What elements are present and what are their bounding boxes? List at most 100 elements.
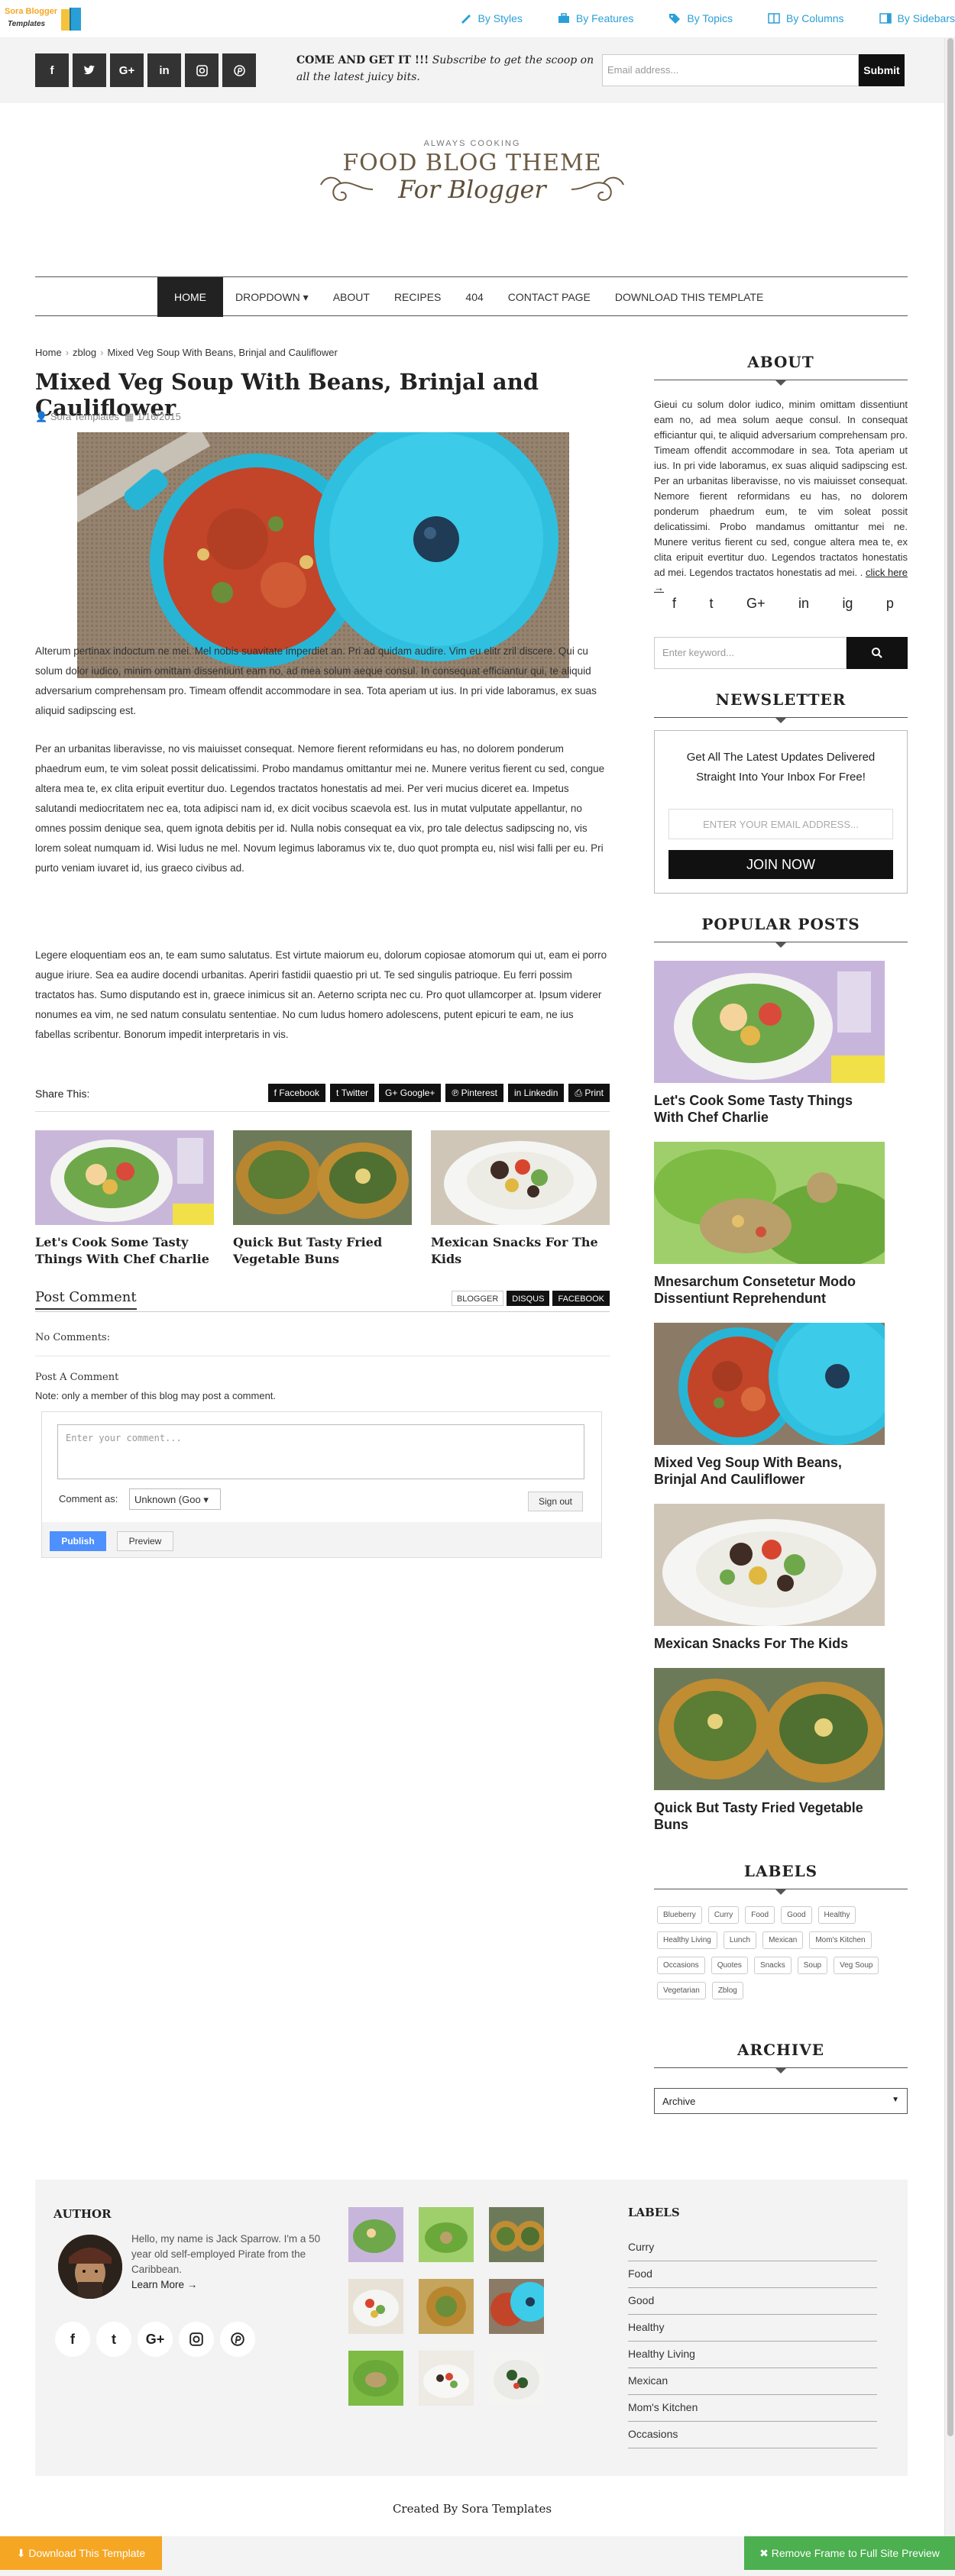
- share-facebook-button[interactable]: f Facebook: [267, 1084, 326, 1102]
- nav-by-sidebars[interactable]: By Sidebars: [879, 12, 955, 24]
- label-tag[interactable]: Mom's Kitchen: [809, 1931, 872, 1949]
- sign-out-button[interactable]: Sign out: [528, 1492, 583, 1511]
- related-post[interactable]: Mexican Snacks For The Kids: [431, 1130, 610, 1268]
- label-tag[interactable]: Healthy Living: [657, 1931, 717, 1949]
- thumbnail[interactable]: [348, 2207, 403, 2262]
- learn-more-link[interactable]: Learn More →: [131, 2279, 197, 2290]
- submit-button[interactable]: Submit: [859, 54, 905, 86]
- menu-dropdown[interactable]: DROPDOWN ▾: [223, 277, 321, 317]
- footer-label-item[interactable]: Curry: [628, 2235, 877, 2261]
- facebook-icon[interactable]: f: [55, 2322, 90, 2357]
- label-tag[interactable]: Veg Soup: [834, 1957, 879, 1974]
- facebook-icon[interactable]: f: [672, 596, 676, 612]
- label-tag[interactable]: Vegetarian: [657, 1982, 706, 1999]
- join-now-button[interactable]: JOIN NOW: [668, 850, 893, 879]
- instagram-icon[interactable]: [179, 2322, 214, 2357]
- popular-post[interactable]: Let's Cook Some Tasty Things With Chef C…: [654, 961, 885, 1126]
- label-tag[interactable]: Food: [745, 1906, 775, 1924]
- menu-contact[interactable]: CONTACT PAGE: [496, 277, 603, 317]
- blog-header-logo[interactable]: ALWAYS COOKING FOOD BLOG THEME For Blogg…: [313, 136, 631, 243]
- label-tag[interactable]: Good: [781, 1906, 812, 1924]
- menu-404[interactable]: 404: [453, 277, 495, 317]
- post-author[interactable]: Sora Templates: [50, 411, 119, 422]
- share-pinterest-button[interactable]: ℗ Pinterest: [445, 1084, 503, 1102]
- linkedin-icon[interactable]: in: [798, 596, 809, 612]
- thumbnail[interactable]: [489, 2279, 544, 2334]
- pinterest-icon[interactable]: p: [886, 596, 894, 612]
- nav-by-styles[interactable]: By Styles: [460, 12, 523, 24]
- linkedin-icon[interactable]: in: [147, 53, 181, 87]
- tab-facebook[interactable]: FACEBOOK: [552, 1291, 610, 1306]
- email-field[interactable]: Email address...: [602, 54, 859, 86]
- download-template-button[interactable]: ⬇ Download This Template: [0, 2536, 162, 2570]
- remove-frame-button[interactable]: ✖ Remove Frame to Full Site Preview: [744, 2536, 955, 2570]
- label-tag[interactable]: Zblog: [711, 1982, 743, 1999]
- footer-label-item[interactable]: Good: [628, 2288, 877, 2315]
- label-tag[interactable]: Lunch: [723, 1931, 757, 1949]
- label-tag[interactable]: Healthy: [817, 1906, 856, 1924]
- google-plus-icon[interactable]: G+: [746, 596, 766, 612]
- label-tag[interactable]: Mexican: [762, 1931, 804, 1949]
- popular-post[interactable]: Quick But Tasty Fried Vegetable Buns: [654, 1668, 885, 1833]
- thumbnail[interactable]: [419, 2207, 474, 2262]
- thumbnail[interactable]: [489, 2351, 544, 2406]
- footer-label-item[interactable]: Mom's Kitchen: [628, 2395, 877, 2422]
- nav-by-columns[interactable]: By Columns: [768, 12, 844, 24]
- publish-button[interactable]: Publish: [50, 1531, 106, 1551]
- related-post[interactable]: Quick But Tasty Fried Vegetable Buns: [233, 1130, 412, 1268]
- footer-label-item[interactable]: Occasions: [628, 2422, 877, 2448]
- tab-disqus[interactable]: DISQUS: [507, 1291, 550, 1306]
- comment-textarea[interactable]: Enter your comment...: [57, 1424, 584, 1479]
- nav-by-topics[interactable]: By Topics: [668, 12, 733, 24]
- identity-select[interactable]: Unknown (Goo ▾: [129, 1488, 221, 1510]
- share-print-button[interactable]: ⎙ Print: [568, 1084, 610, 1102]
- label-tag[interactable]: Snacks: [753, 1957, 792, 1974]
- twitter-icon[interactable]: t: [96, 2322, 131, 2357]
- tab-blogger[interactable]: BLOGGER: [451, 1291, 504, 1306]
- pinterest-icon[interactable]: [220, 2322, 255, 2357]
- breadcrumb-home[interactable]: Home: [35, 347, 62, 358]
- menu-recipes[interactable]: RECIPES: [382, 277, 453, 317]
- menu-about[interactable]: ABOUT: [321, 277, 382, 317]
- google-plus-icon[interactable]: G+: [110, 53, 144, 87]
- footer-label-item[interactable]: Healthy: [628, 2315, 877, 2342]
- label-tag[interactable]: Blueberry: [657, 1906, 702, 1924]
- preview-button[interactable]: Preview: [117, 1531, 173, 1551]
- label-tag[interactable]: Curry: [707, 1906, 740, 1924]
- scrollbar-thumb[interactable]: [947, 38, 953, 2436]
- pinterest-icon[interactable]: [222, 53, 256, 87]
- instagram-icon[interactable]: [185, 53, 219, 87]
- footer-label-item[interactable]: Mexican: [628, 2368, 877, 2395]
- popular-post[interactable]: Mnesarchum Consetetur Modo Dissentiunt R…: [654, 1142, 885, 1307]
- menu-download[interactable]: DOWNLOAD THIS TEMPLATE: [603, 277, 775, 317]
- label-tag[interactable]: Occasions: [657, 1957, 705, 1974]
- search-input[interactable]: Enter keyword...: [654, 637, 847, 669]
- popular-post[interactable]: Mexican Snacks For The Kids: [654, 1504, 885, 1652]
- popular-post[interactable]: Mixed Veg Soup With Beans, Brinjal And C…: [654, 1323, 885, 1488]
- page-scrollbar[interactable]: [944, 38, 955, 2536]
- menu-home[interactable]: HOME: [157, 277, 223, 317]
- share-linkedin-button[interactable]: in Linkedin: [507, 1084, 565, 1102]
- thumbnail[interactable]: [489, 2207, 544, 2262]
- thumbnail[interactable]: [348, 2279, 403, 2334]
- nav-by-features[interactable]: By Features: [558, 12, 633, 24]
- newsletter-email-input[interactable]: ENTER YOUR EMAIL ADDRESS...: [668, 809, 893, 839]
- twitter-icon[interactable]: t: [709, 596, 713, 612]
- google-plus-icon[interactable]: G+: [138, 2322, 173, 2357]
- site-logo[interactable]: Sora Blogger Templates: [5, 5, 89, 34]
- facebook-icon[interactable]: f: [35, 53, 69, 87]
- search-button[interactable]: [847, 637, 908, 669]
- share-twitter-button[interactable]: t Twitter: [330, 1084, 375, 1102]
- twitter-icon[interactable]: [73, 53, 106, 87]
- label-tag[interactable]: Soup: [797, 1957, 828, 1974]
- archive-select[interactable]: Archive ▼: [654, 2088, 908, 2114]
- footer-label-item[interactable]: Healthy Living: [628, 2342, 877, 2368]
- related-post[interactable]: Let's Cook Some Tasty Things With Chef C…: [35, 1130, 214, 1268]
- label-tag[interactable]: Quotes: [711, 1957, 748, 1974]
- footer-label-item[interactable]: Food: [628, 2261, 877, 2288]
- share-google-plus-button[interactable]: G+ Google+: [379, 1084, 442, 1102]
- thumbnail[interactable]: [419, 2279, 474, 2334]
- thumbnail[interactable]: [348, 2351, 403, 2406]
- thumbnail[interactable]: [419, 2351, 474, 2406]
- instagram-icon[interactable]: ig: [842, 596, 853, 612]
